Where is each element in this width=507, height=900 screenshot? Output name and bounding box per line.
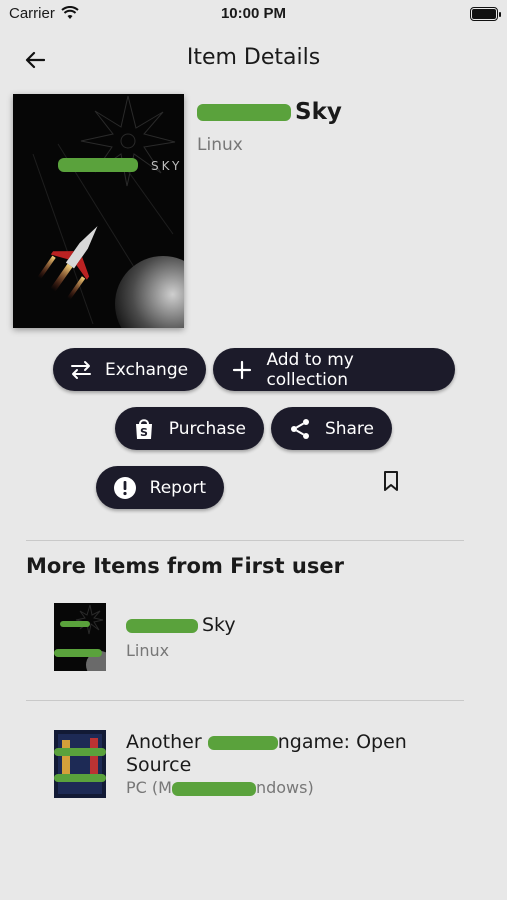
list-item-title-line2: Source (126, 754, 192, 776)
list-item-title-mid: ngame: Open (277, 731, 407, 753)
alert-circle-icon (112, 475, 138, 501)
battery-icon (470, 7, 501, 21)
add-collection-label: Add to my collection (266, 349, 354, 390)
exchange-button[interactable]: Exchange (53, 348, 206, 391)
exchange-label: Exchange (105, 359, 189, 380)
list-item-platform: Linux (126, 641, 170, 660)
bookmark-icon[interactable] (380, 469, 402, 493)
list-item-thumbnail (54, 730, 106, 798)
share-label: Share (324, 418, 374, 439)
report-label: Report (149, 477, 206, 498)
share-icon (287, 416, 313, 442)
item-name-text: Sky (295, 99, 342, 125)
cover-sky-text: SKY (151, 159, 182, 173)
status-bar: Carrier 10:00 PM (0, 0, 507, 28)
list-item-thumbnail (54, 603, 106, 671)
redaction-mark (197, 104, 291, 121)
swap-arrows-icon (69, 357, 93, 383)
purchase-label: Purchase (168, 418, 246, 439)
redaction-mark (171, 781, 256, 796)
share-button[interactable]: Share (271, 407, 392, 450)
item-cover-image: SKY (13, 94, 184, 328)
list-item-platform: PC (M ndows) (126, 778, 314, 797)
list-item-title-prefix: Another (126, 731, 202, 753)
clock: 10:00 PM (220, 5, 287, 22)
shopify-bag-icon: S (131, 416, 157, 442)
more-items-heading: More Items from First user (26, 554, 344, 578)
list-item-title: Another ngame: Open Source (126, 731, 426, 777)
redaction-mark (126, 618, 198, 633)
svg-text:S: S (140, 426, 148, 439)
plus-icon (229, 357, 254, 383)
list-item-title-text: Sky (202, 614, 236, 636)
list-divider (26, 700, 464, 701)
redaction-mark (207, 735, 278, 750)
item-platform: Linux (197, 135, 243, 155)
page-title: Item Details (186, 45, 321, 70)
purchase-button[interactable]: S Purchase (115, 407, 264, 450)
item-name: Sky (197, 99, 342, 125)
list-item-title: Sky (126, 614, 426, 637)
platform-prefix: PC (M (126, 778, 172, 797)
report-button[interactable]: Report (96, 466, 224, 509)
add-to-collection-button[interactable]: Add to my collection (213, 348, 455, 391)
platform-suffix: ndows) (255, 778, 314, 797)
section-divider (26, 540, 464, 541)
